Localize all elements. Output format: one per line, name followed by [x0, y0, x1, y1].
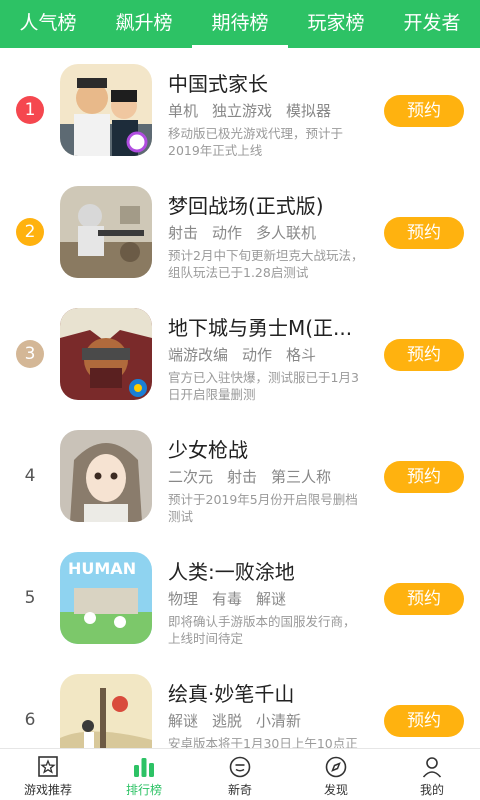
nav-game-recommend[interactable]: 游戏推荐: [0, 749, 96, 800]
nav-mine[interactable]: 我的: [384, 749, 480, 800]
game-tags: 单机 独立游戏 模拟器: [168, 100, 345, 121]
game-tag: 解谜: [256, 590, 287, 608]
game-tag: 单机: [168, 102, 199, 120]
nav-label: 游戏推荐: [23, 783, 72, 797]
game-list[interactable]: 1 中国式家长 单机 独立游戏 模拟器 移动版已极光游戏代理，预计于2019年正式上…: [0, 48, 480, 748]
nav-label: 发现: [323, 783, 348, 797]
nav-label: 新奇: [227, 783, 252, 797]
rank-number: 4: [24, 466, 36, 486]
game-tag: 多人联机: [256, 224, 317, 242]
smile-bubble-icon: [229, 756, 251, 778]
game-row[interactable]: 5 HUMAN 人类:一败涂地 物理 有毒 解谜 即将确认手游版本的国服发行商，上线…: [0, 536, 480, 658]
nav-novel[interactable]: 新奇: [192, 749, 288, 800]
game-tag: 射击: [168, 224, 199, 242]
game-title[interactable]: 中国式家长: [168, 68, 368, 97]
nav-label: 我的: [419, 783, 444, 797]
game-tags: 物理 有毒 解谜: [168, 588, 300, 609]
game-row[interactable]: 4 少女枪战 二次元 射击 第三人称 预计于2019年5月份开启限号删档测试 预约: [0, 414, 480, 536]
game-description: 即将确认手游版本的国服发行商，上线时间待定: [168, 614, 356, 646]
game-tag: 解谜: [168, 712, 199, 730]
rank-badge: 2: [16, 218, 44, 246]
nav-rankings[interactable]: 排行榜: [96, 749, 192, 800]
game-tag: 第三人称: [271, 468, 332, 486]
rank-badge: 1: [16, 96, 44, 124]
game-description: 官方已入驻快爆，测试服已于1月3日开启限量删测: [168, 370, 359, 402]
game-row[interactable]: 2 梦回战场(正式版) 射击 动作 多人联机 预计2月中下旬更新坦克大战玩法，组队玩…: [0, 170, 480, 292]
bottom-navigation: 游戏推荐 排行榜 新奇 发现 我的: [0, 748, 480, 800]
game-tag: 逃脱: [212, 712, 243, 730]
game-description: 预计2月中下旬更新坦克大战玩法，组队玩法已于1.28启测试: [168, 248, 364, 280]
game-tag: 动作: [212, 224, 243, 242]
rank-badge: 3: [16, 340, 44, 368]
game-row[interactable]: 1 中国式家长 单机 独立游戏 模拟器 移动版已极光游戏代理，预计于2019年正式上…: [0, 48, 480, 170]
game-description: 安卓版本将于1月30日上午10点正: [168, 736, 358, 748]
game-tags: 二次元 射击 第三人称: [168, 466, 345, 487]
anime-girl-game-icon[interactable]: [60, 430, 152, 522]
rank-number: 5: [24, 588, 36, 608]
game-description: 预计于2019年5月份开启限号删档测试: [168, 492, 358, 524]
tab-popular[interactable]: 人气榜: [0, 0, 96, 48]
game-row[interactable]: 6 绘真·妙笔千山 解谜 逃脱 小清新 安卓版本将于1月30日上午10点正 预约: [0, 658, 480, 748]
game-description: 移动版已极光游戏代理，预计于2019年正式上线: [168, 126, 344, 158]
reserve-button[interactable]: 预约: [384, 95, 464, 127]
svg-text:HUMAN: HUMAN: [68, 559, 136, 578]
game-tag: 二次元: [168, 468, 214, 486]
game-row[interactable]: 3 地下城与勇士M(正... 端游改编 动作 格斗 官方已入驻快爆，测试服已于1月3…: [0, 292, 480, 414]
nav-discover[interactable]: 发现: [288, 749, 384, 800]
game-title[interactable]: 梦回战场(正式版): [168, 190, 368, 219]
tab-rising[interactable]: 飙升榜: [96, 0, 192, 48]
person-icon: [422, 757, 442, 778]
battlefield-game-icon[interactable]: [60, 186, 152, 278]
game-tag: 独立游戏: [212, 102, 273, 120]
game-title[interactable]: 地下城与勇士M(正...: [168, 312, 368, 341]
game-title[interactable]: 少女枪战: [168, 434, 368, 463]
human-fall-flat-icon[interactable]: HUMAN: [60, 552, 152, 644]
reserve-button[interactable]: 预约: [384, 217, 464, 249]
game-tags: 解谜 逃脱 小清新: [168, 710, 315, 731]
game-tag: 格斗: [286, 346, 317, 364]
family-game-icon[interactable]: [60, 64, 152, 156]
reserve-button[interactable]: 预约: [384, 461, 464, 493]
game-tag: 物理: [168, 590, 199, 608]
game-tags: 射击 动作 多人联机: [168, 222, 330, 243]
nav-label: 排行榜: [125, 783, 162, 797]
reserve-button[interactable]: 预约: [384, 583, 464, 615]
game-tags: 端游改编 动作 格斗: [168, 344, 330, 365]
game-title[interactable]: 人类:一败涂地: [168, 556, 368, 585]
tab-anticipated[interactable]: 期待榜: [192, 0, 288, 48]
game-tag: 模拟器: [286, 102, 332, 120]
star-box-icon: [38, 756, 58, 777]
game-title[interactable]: 绘真·妙笔千山: [168, 678, 368, 707]
dnf-game-icon[interactable]: [60, 308, 152, 400]
game-tag: 小清新: [256, 712, 302, 730]
rank-number: 6: [24, 710, 36, 730]
top-tab-bar: 人气榜 飙升榜 期待榜 玩家榜 开发者: [0, 0, 480, 48]
tab-player[interactable]: 玩家榜: [288, 0, 384, 48]
bar-chart-icon: [134, 758, 154, 777]
painting-game-icon[interactable]: [60, 674, 152, 748]
game-tag: 射击: [227, 468, 258, 486]
game-tag: 有毒: [212, 590, 243, 608]
game-tag: 动作: [242, 346, 273, 364]
compass-icon: [325, 756, 347, 778]
tab-developer[interactable]: 开发者: [384, 0, 480, 48]
game-tag: 端游改编: [168, 346, 229, 364]
reserve-button[interactable]: 预约: [384, 705, 464, 737]
reserve-button[interactable]: 预约: [384, 339, 464, 371]
